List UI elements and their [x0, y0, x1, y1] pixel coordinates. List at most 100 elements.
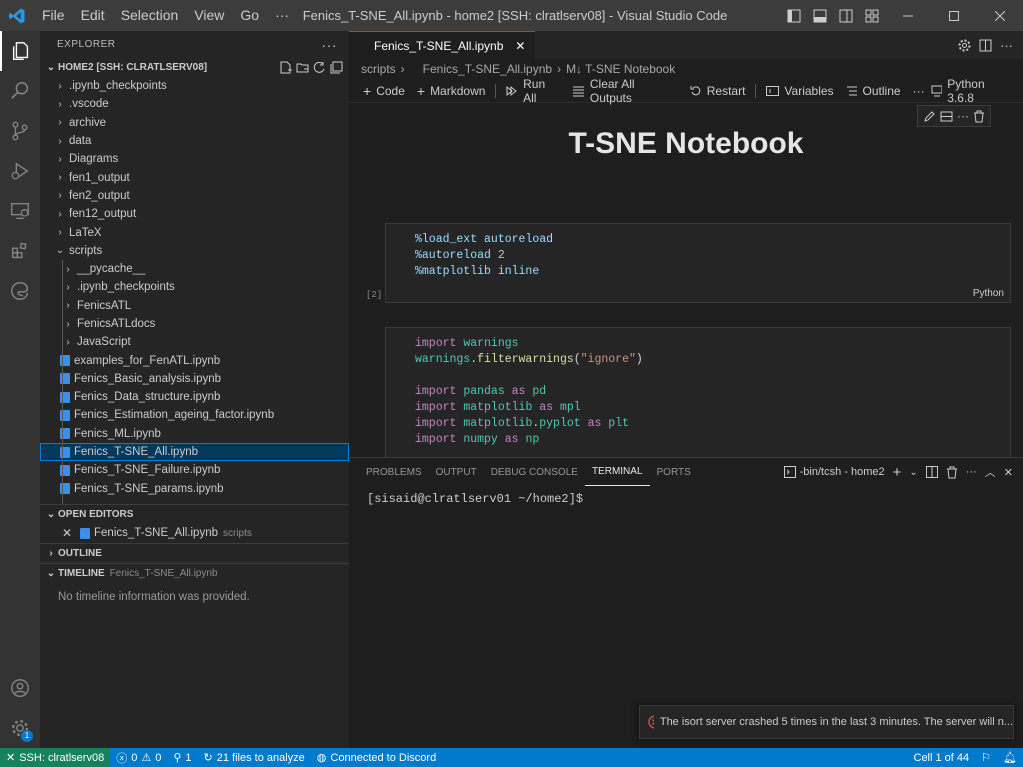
- toggle-panel-icon[interactable]: [807, 0, 833, 31]
- tree-item-notebook[interactable]: Fenics_ML.ipynb: [40, 424, 349, 443]
- kill-terminal-trash-icon[interactable]: [946, 466, 958, 479]
- tree-item[interactable]: › FenicsATL: [40, 296, 349, 315]
- close-editor-icon[interactable]: ✕: [62, 526, 76, 540]
- cell-position[interactable]: Cell 1 of 44: [908, 752, 976, 764]
- add-code-button[interactable]: + Code: [357, 83, 411, 99]
- account-icon[interactable]: [0, 668, 40, 708]
- cell-language[interactable]: Python: [973, 288, 1004, 299]
- code-cell-1[interactable]: %load_ext autoreload %autoreload 2 %matplo…: [366, 223, 1011, 303]
- tree-item-notebook[interactable]: Fenics_T-SNE_Failure.ipynb: [40, 461, 349, 480]
- manage-gear-icon[interactable]: 1: [0, 708, 40, 748]
- analysis-indicator[interactable]: ↻ 21 files to analyze: [198, 751, 311, 765]
- tree-item[interactable]: › JavaScript: [40, 333, 349, 352]
- tree-item-scripts[interactable]: ⌄ scripts: [40, 242, 349, 260]
- markdown-heading[interactable]: T-SNE Notebook: [349, 127, 1023, 161]
- delete-trash-icon[interactable]: [973, 110, 985, 123]
- feedback-icon[interactable]: ⚐: [975, 751, 997, 764]
- new-file-icon[interactable]: [279, 61, 292, 74]
- close-tab-icon[interactable]: ✕: [515, 39, 525, 53]
- terminal-output[interactable]: [sisaid@clratlserv01 ~/home2]$: [349, 486, 1023, 512]
- tree-item[interactable]: › fen2_output: [40, 187, 349, 205]
- cell-more-icon[interactable]: ···: [957, 109, 969, 123]
- extensions-icon[interactable]: [0, 231, 40, 271]
- menu-go[interactable]: Go: [232, 0, 267, 31]
- toggle-sidebar-icon[interactable]: [781, 0, 807, 31]
- tree-item[interactable]: › LaTeX: [40, 223, 349, 241]
- tree-item[interactable]: › .ipynb_checkpoints: [40, 77, 349, 95]
- tree-item[interactable]: › .vscode: [40, 95, 349, 113]
- clear-outputs-button[interactable]: Clear All Outputs: [566, 77, 684, 105]
- tree-item[interactable]: › FenicsATLdocs: [40, 314, 349, 334]
- tree-item-notebook[interactable]: Fenics_Basic_analysis.ipynb: [40, 369, 349, 389]
- open-editor-item[interactable]: ✕ Fenics_T-SNE_All.ipynb scripts: [40, 524, 349, 543]
- edge-devtools-icon[interactable]: [0, 271, 40, 311]
- close-panel-icon[interactable]: ✕: [1004, 466, 1013, 479]
- breadcrumb-scripts[interactable]: scripts: [361, 62, 396, 76]
- chevron-down-icon[interactable]: ⌄: [909, 467, 917, 478]
- tab-terminal[interactable]: TERMINAL: [584, 458, 650, 486]
- restart-button[interactable]: Restart: [684, 84, 752, 98]
- settings-gear-icon[interactable]: [958, 39, 971, 52]
- tab-problems[interactable]: PROBLEMS: [359, 458, 429, 486]
- outline-button[interactable]: Outline: [840, 84, 907, 98]
- tab-notebook[interactable]: Fenics_T-SNE_All.ipynb ✕: [349, 31, 536, 59]
- run-debug-icon[interactable]: [0, 151, 40, 191]
- split-cell-icon[interactable]: [940, 110, 953, 123]
- new-folder-icon[interactable]: [296, 61, 309, 74]
- run-all-button[interactable]: Run All: [500, 77, 566, 105]
- timeline-header[interactable]: ⌄ TIMELINE Fenics_T-SNE_All.ipynb: [40, 564, 349, 583]
- code-cell-2[interactable]: import warnings warnings.filterwarnings("…: [385, 327, 1011, 457]
- split-terminal-icon[interactable]: [925, 466, 938, 478]
- outline-header[interactable]: › OUTLINE: [40, 544, 349, 563]
- code-editor[interactable]: import warnings warnings.filterwarnings("…: [386, 328, 1010, 448]
- tab-output[interactable]: OUTPUT: [429, 458, 484, 486]
- new-terminal-plus-icon[interactable]: +: [893, 464, 902, 481]
- tree-item[interactable]: › __pycache__: [40, 259, 349, 279]
- menu-more[interactable]: ···: [267, 0, 297, 31]
- edit-pencil-icon[interactable]: [923, 110, 936, 123]
- tree-item[interactable]: › data: [40, 132, 349, 150]
- tree-item[interactable]: › .ipynb_checkpoints: [40, 278, 349, 297]
- menu-file[interactable]: File: [34, 0, 73, 31]
- tab-debug-console[interactable]: DEBUG CONSOLE: [484, 458, 585, 486]
- tree-item[interactable]: › Diagrams: [40, 150, 349, 168]
- tree-item[interactable]: › fen12_output: [40, 205, 349, 223]
- remote-indicator[interactable]: ✕ SSH: clratlserv08: [0, 748, 111, 767]
- more-toolbar-button[interactable]: ···: [907, 84, 931, 98]
- tree-item[interactable]: › archive: [40, 114, 349, 132]
- maximize-icon[interactable]: [931, 0, 977, 31]
- explorer-icon[interactable]: [0, 31, 40, 71]
- menu-selection[interactable]: Selection: [113, 0, 187, 31]
- remote-explorer-icon[interactable]: [0, 191, 40, 231]
- kernel-picker[interactable]: Python 3.6.8: [931, 77, 1023, 105]
- split-editor-icon[interactable]: [979, 39, 992, 52]
- panel-more-icon[interactable]: ···: [966, 466, 977, 478]
- problems-indicator[interactable]: ⓧ 0 ⚠ 0: [110, 750, 167, 766]
- close-window-icon[interactable]: [977, 0, 1023, 31]
- refresh-icon[interactable]: [313, 61, 326, 74]
- minimize-icon[interactable]: [885, 0, 931, 31]
- more-actions-icon[interactable]: ···: [1000, 38, 1013, 53]
- code-editor[interactable]: %load_ext autoreload %autoreload 2 %matplo…: [386, 224, 1010, 280]
- notifications-bell-icon[interactable]: 🔔︎: [997, 751, 1023, 764]
- workspace-root-header[interactable]: ⌄ HOME2 [SSH: CLRATLSERV08]: [40, 58, 349, 77]
- source-control-icon[interactable]: [0, 111, 40, 151]
- variables-button[interactable]: Variables: [760, 84, 839, 98]
- toggle-secondary-sidebar-icon[interactable]: [833, 0, 859, 31]
- maximize-panel-chevron-up-icon[interactable]: ︿: [985, 464, 996, 480]
- open-editors-header[interactable]: ⌄ OPEN EDITORS: [40, 505, 349, 524]
- discord-indicator[interactable]: ◍ Connected to Discord: [311, 751, 442, 765]
- search-icon[interactable]: [0, 71, 40, 111]
- add-markdown-button[interactable]: + Markdown: [411, 83, 492, 99]
- menu-view[interactable]: View: [186, 0, 232, 31]
- tab-ports[interactable]: PORTS: [650, 458, 698, 486]
- tree-item-notebook[interactable]: Fenics_T-SNE_params.ipynb: [40, 479, 349, 498]
- tree-item-notebook[interactable]: Fenics_Data_structure.ipynb: [40, 388, 349, 407]
- terminal-selector[interactable]: -bin/tcsh - home2: [783, 466, 885, 478]
- breadcrumb-file[interactable]: Fenics_T-SNE_All.ipynb: [423, 62, 552, 76]
- customize-layout-icon[interactable]: [859, 0, 885, 31]
- ports-indicator[interactable]: ⚲ 1: [167, 751, 197, 765]
- tree-item-notebook-selected[interactable]: Fenics_T-SNE_All.ipynb: [40, 442, 349, 462]
- breadcrumb-section[interactable]: M↓ T-SNE Notebook: [566, 62, 675, 76]
- menu-edit[interactable]: Edit: [73, 0, 113, 31]
